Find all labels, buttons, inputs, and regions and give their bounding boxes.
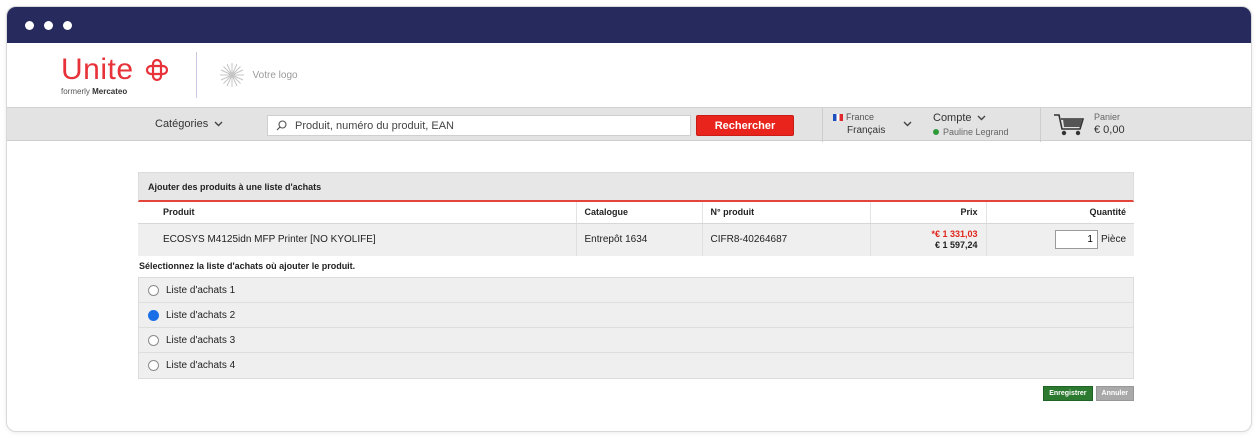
- save-button[interactable]: Enregistrer: [1043, 386, 1093, 401]
- column-header-product: Produit: [138, 202, 577, 224]
- quantity-unit: Pièce: [1100, 234, 1126, 246]
- browser-window: Unite formerly Mercateo Votre logo Catég…: [6, 6, 1252, 432]
- table-row: ECOSYS M4125idn MFP Printer [NO KYOLIFE]…: [138, 223, 1134, 256]
- product-number: CIFR8-40264687: [702, 223, 871, 256]
- chevron-down-icon: [903, 121, 912, 127]
- categories-menu[interactable]: Catégories: [155, 118, 223, 130]
- shopping-list-options: Liste d'achats 1 Liste d'achats 2 Liste …: [138, 277, 1134, 379]
- search-icon: [276, 120, 287, 131]
- account-menu[interactable]: Compte Pauline Legrand: [933, 111, 1009, 139]
- brand-name: Unite: [61, 52, 134, 86]
- chevron-down-icon: [977, 115, 986, 121]
- brand-logo[interactable]: Unite formerly Mercateo: [61, 52, 170, 96]
- list-option-label: Liste d'achats 1: [166, 284, 236, 296]
- window-dot-icon: [25, 20, 34, 30]
- logo-header: Unite formerly Mercateo Votre logo: [7, 43, 1251, 107]
- product-table: Produit Catalogue N° produit Prix Quanti…: [138, 202, 1134, 256]
- cart-button[interactable]: Panier € 0,00: [1052, 111, 1125, 137]
- radio-button[interactable]: [148, 334, 159, 346]
- locale-selector[interactable]: France Français: [833, 111, 912, 137]
- language-label: Français: [847, 125, 886, 136]
- list-option[interactable]: Liste d'achats 4: [139, 353, 1133, 378]
- dialog-title: Ajouter des produits à une liste d'achat…: [138, 172, 1134, 202]
- column-header-quantity: Quantité: [986, 202, 1134, 224]
- list-option-label: Liste d'achats 3: [166, 334, 236, 346]
- search-placeholder: Produit, numéro du produit, EAN: [295, 119, 454, 132]
- product-quantity: Pièce: [986, 223, 1134, 256]
- france-flag-icon: [833, 114, 843, 122]
- list-option[interactable]: Liste d'achats 2: [139, 303, 1133, 328]
- nav-divider: [822, 108, 823, 142]
- add-to-list-dialog: Ajouter des produits à une liste d'achat…: [138, 172, 1134, 401]
- dialog-actions: Enregistrer Annuler: [138, 386, 1134, 401]
- column-header-number: N° produit: [702, 202, 871, 224]
- country-label: France: [846, 112, 875, 122]
- list-option-label: Liste d'achats 4: [166, 360, 236, 371]
- search-input[interactable]: Produit, numéro du produit, EAN: [267, 115, 691, 136]
- choose-list-label: Sélectionnez la liste d'achats où ajoute…: [139, 261, 356, 271]
- list-option-label: Liste d'achats 2: [166, 309, 236, 321]
- cart-label: Panier: [1094, 112, 1121, 122]
- price-gross: € 1 597,24: [934, 239, 978, 250]
- column-header-price: Prix: [870, 202, 987, 224]
- partner-logo: Votre logo: [219, 62, 298, 88]
- product-name: ECOSYS M4125idn MFP Printer [NO KYOLIFE]: [138, 223, 577, 256]
- starburst-icon: [219, 63, 244, 87]
- chevron-down-icon: [214, 121, 223, 127]
- list-option[interactable]: Liste d'achats 3: [139, 328, 1133, 353]
- table-header-row: Produit Catalogue N° produit Prix Quanti…: [138, 202, 1134, 224]
- price-net: *€ 1 331,03: [931, 228, 978, 239]
- partner-logo-text: Votre logo: [252, 69, 298, 81]
- online-status-icon: [933, 129, 939, 135]
- user-name: Pauline Legrand: [943, 127, 1009, 137]
- radio-button[interactable]: [148, 360, 159, 371]
- brand-mark-icon: [145, 58, 168, 81]
- product-catalog: Entrepôt 1634: [576, 223, 703, 256]
- radio-button-selected[interactable]: [148, 309, 159, 321]
- categories-label: Catégories: [155, 118, 209, 130]
- cart-icon: [1054, 114, 1085, 136]
- main-navbar: Catégories Produit, numéro du produit, E…: [7, 107, 1251, 142]
- window-dot-icon: [44, 20, 53, 30]
- window-dot-icon: [63, 20, 72, 30]
- logo-divider: [195, 52, 197, 98]
- nav-divider: [1040, 108, 1041, 142]
- brand-formerly: formerly Mercateo: [61, 86, 128, 96]
- quantity-input[interactable]: [1054, 230, 1098, 250]
- column-header-catalog: Catalogue: [576, 202, 703, 224]
- cart-total: € 0,00: [1094, 124, 1125, 136]
- radio-button[interactable]: [148, 284, 159, 296]
- cancel-button[interactable]: Annuler: [1095, 386, 1134, 401]
- window-titlebar: [7, 7, 1251, 43]
- account-label: Compte: [933, 112, 972, 124]
- search-button[interactable]: Rechercher: [696, 115, 794, 136]
- list-option[interactable]: Liste d'achats 1: [139, 278, 1133, 303]
- product-price: *€ 1 331,03 € 1 597,24: [870, 223, 987, 256]
